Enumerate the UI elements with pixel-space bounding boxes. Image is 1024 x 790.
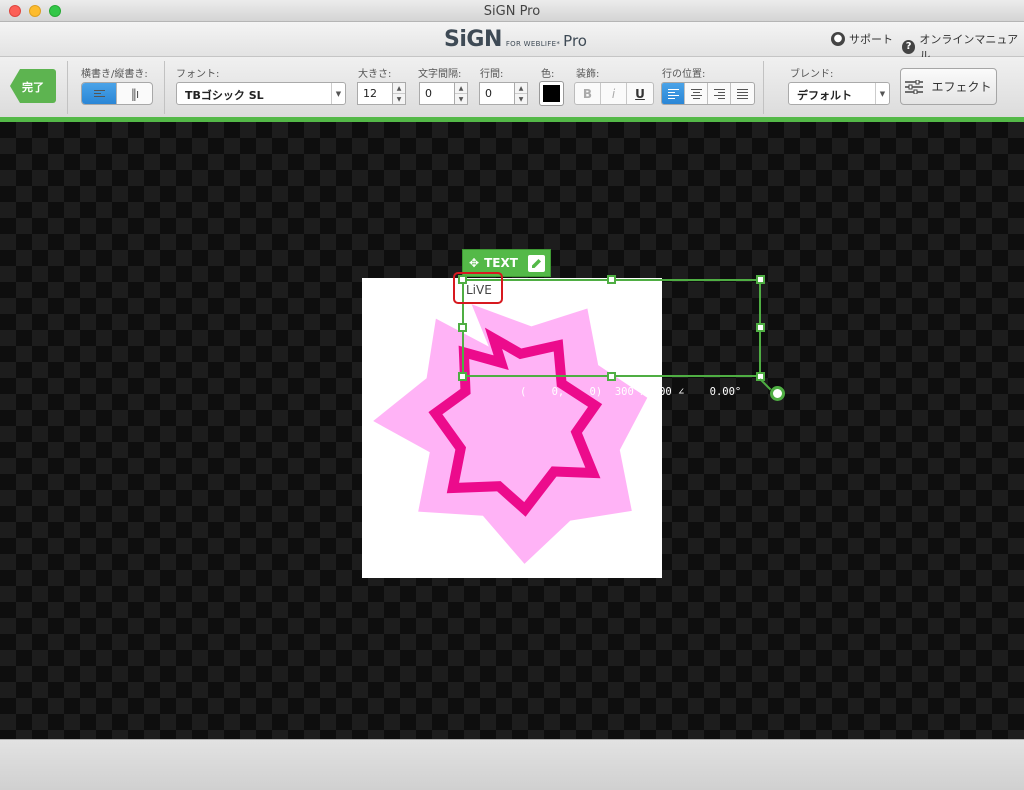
effect-button[interactable]: エフェクト	[900, 68, 997, 105]
vertical-text-icon: ‖ı	[130, 86, 139, 101]
color-fill	[543, 85, 560, 102]
done-label: 完了	[22, 81, 44, 94]
text-color-swatch[interactable]	[539, 81, 564, 106]
color-label: 色:	[541, 69, 555, 80]
rotation-connector	[759, 378, 772, 391]
support-label: サポート	[849, 33, 893, 46]
line-spacing-label: 行間:	[480, 69, 504, 80]
font-label: フォント:	[176, 69, 220, 80]
selection-box[interactable]	[462, 279, 761, 377]
align-center-icon	[690, 88, 702, 99]
letter-spacing-stepper[interactable]: 0 ▲ ▼	[419, 82, 468, 105]
alignment-buttons	[661, 82, 755, 105]
blend-select[interactable]: デフォルト ▼	[788, 82, 890, 105]
size-stepper[interactable]: 12 ▲ ▼	[357, 82, 406, 105]
spacing-value[interactable]: 0	[419, 82, 455, 105]
rotation-handle[interactable]	[770, 386, 785, 401]
increment-icon[interactable]: ▲	[393, 83, 405, 94]
size-value[interactable]: 12	[357, 82, 393, 105]
editor-canvas[interactable]: ✥ TEXT LiVE ( 0, 0) 300 x 100 ∠ 0.00°	[0, 122, 1024, 739]
align-center-button[interactable]	[685, 83, 708, 104]
justify-icon	[737, 88, 748, 99]
logo-pro: Pro	[563, 32, 587, 50]
spacing-label: 文字間隔:	[418, 69, 462, 80]
increment-icon[interactable]: ▲	[515, 83, 527, 94]
person-icon: ●	[831, 32, 845, 46]
logo-sub: FOR WEBLIFE*	[505, 40, 561, 48]
line-value[interactable]: 0	[479, 82, 515, 105]
effect-label: エフェクト	[931, 80, 992, 94]
app-logo: SiGN FOR WEBLIFE* Pro	[444, 27, 587, 53]
align-right-button[interactable]	[708, 83, 731, 104]
resize-handle-right[interactable]	[756, 323, 765, 332]
line-position-label: 行の位置:	[662, 69, 706, 80]
horizontal-text-icon	[93, 90, 105, 97]
transform-readout: ( 0, 0) 300 x 100 ∠ 0.00°	[520, 386, 742, 398]
resize-handle-top-right[interactable]	[756, 275, 765, 284]
brand-bar: SiGN FOR WEBLIFE* Pro ● サポート ? オンラインマニュア…	[0, 22, 1024, 62]
font-select[interactable]: TBゴシック SL ▼	[176, 82, 346, 105]
orientation-label: 横書き/縦書き:	[81, 69, 148, 80]
bottom-bar	[0, 739, 1024, 790]
line-spacing-stepper[interactable]: 0 ▲ ▼	[479, 82, 528, 105]
vertical-writing-button[interactable]: ‖ı	[117, 83, 152, 104]
blend-value: デフォルト	[797, 89, 852, 102]
orientation-toggle: ‖ı	[81, 82, 153, 105]
layer-type-label: TEXT	[484, 256, 518, 270]
blend-label: ブレンド:	[790, 69, 834, 80]
text-content[interactable]: LiVE	[466, 283, 492, 297]
text-toolbar: 完了 横書き/縦書き: ‖ı フォント: TBゴシック SL ▼ 大きさ: 12…	[0, 57, 1024, 118]
window-title: SiGN Pro	[483, 4, 541, 19]
logo-name: SiGN	[444, 27, 502, 52]
support-link[interactable]: ● サポート	[831, 31, 893, 47]
align-left-icon	[667, 88, 679, 99]
italic-button[interactable]: i	[601, 83, 627, 104]
horizontal-writing-button[interactable]	[82, 83, 117, 104]
resize-handle-left[interactable]	[458, 323, 467, 332]
resize-handle-top[interactable]	[607, 275, 616, 284]
size-label: 大きさ:	[358, 69, 392, 80]
bold-button[interactable]: B	[575, 83, 601, 104]
chevron-down-icon: ▼	[331, 83, 345, 104]
chevron-down-icon: ▼	[875, 83, 889, 104]
help-icon: ?	[902, 40, 916, 54]
resize-handle-bottom[interactable]	[607, 372, 616, 381]
done-button[interactable]: 完了	[10, 69, 56, 103]
decoration-label: 装飾:	[576, 69, 600, 80]
edit-pencil-icon[interactable]	[528, 255, 545, 272]
resize-handle-bottom-left[interactable]	[458, 372, 467, 381]
justify-button[interactable]	[731, 83, 754, 104]
increment-icon[interactable]: ▲	[455, 83, 467, 94]
title-bar: SiGN Pro	[0, 0, 1024, 22]
align-right-icon	[713, 88, 725, 99]
underline-button[interactable]: U	[627, 83, 653, 104]
decrement-icon[interactable]: ▼	[455, 94, 467, 104]
align-left-button[interactable]	[662, 83, 685, 104]
decrement-icon[interactable]: ▼	[393, 94, 405, 104]
decoration-buttons: B i U	[574, 82, 654, 105]
decrement-icon[interactable]: ▼	[515, 94, 527, 104]
font-value: TBゴシック SL	[185, 89, 264, 102]
move-icon[interactable]: ✥	[469, 256, 479, 270]
sliders-icon	[905, 79, 924, 94]
